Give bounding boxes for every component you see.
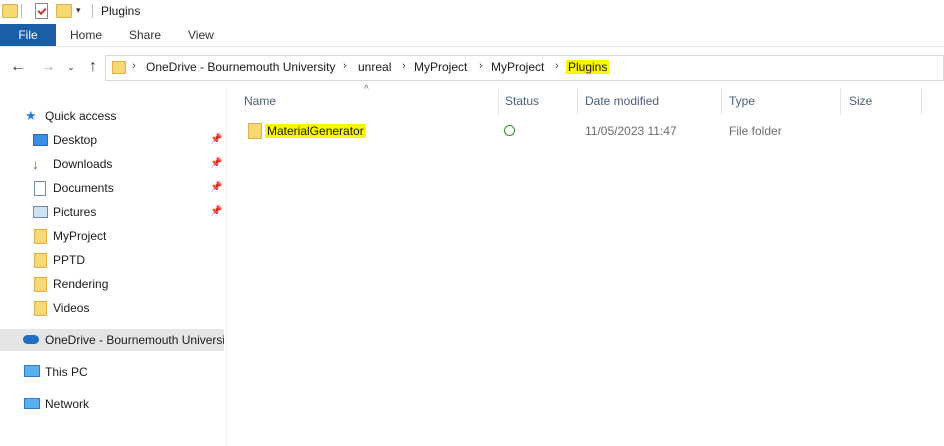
sidebar-item-rendering[interactable]: Rendering [0, 273, 224, 295]
sidebar-item-label: Network [45, 397, 90, 411]
folder-icon [34, 253, 47, 268]
sidebar-item-network[interactable]: Network [0, 393, 224, 415]
breadcrumb-onedrive[interactable]: OneDrive - Bournemouth University [146, 60, 335, 74]
sidebar-item-label: Videos [53, 301, 90, 315]
navigation-pane: ★ Quick access Desktop 📌 ↓ Downloads 📌 D… [0, 87, 227, 446]
back-arrow-icon[interactable]: ← [9, 57, 27, 77]
properties-icon[interactable] [35, 3, 48, 19]
tab-share[interactable]: Share [129, 24, 161, 46]
new-folder-icon[interactable] [56, 4, 72, 18]
tab-home[interactable]: Home [70, 24, 102, 46]
sidebar-item-label: This PC [45, 365, 88, 379]
address-bar[interactable]: › OneDrive - Bournemouth University › un… [105, 55, 944, 81]
sidebar-item-myproject[interactable]: MyProject [0, 225, 224, 247]
tab-view[interactable]: View [188, 24, 214, 46]
folder-icon [34, 277, 47, 292]
sidebar-item-label: Pictures [53, 205, 97, 219]
chevron-right-icon[interactable]: › [555, 60, 559, 72]
folder-icon [248, 123, 262, 139]
downloads-icon: ↓ [32, 156, 39, 172]
documents-icon [34, 181, 46, 196]
folder-icon [2, 4, 18, 18]
sidebar-item-desktop[interactable]: Desktop 📌 [0, 129, 224, 151]
folder-icon [34, 229, 47, 244]
pictures-icon [33, 206, 48, 218]
pin-icon: 📌 [210, 158, 223, 169]
file-date-modified: 11/05/2023 11:47 [585, 124, 677, 138]
sidebar-item-pptd[interactable]: PPTD [0, 249, 224, 271]
sidebar-item-this-pc[interactable]: This PC [0, 361, 224, 383]
desktop-icon [33, 134, 48, 146]
window-title: Plugins [101, 4, 141, 18]
cloud-icon [23, 335, 39, 344]
sidebar-item-label: PPTD [53, 253, 86, 267]
table-row[interactable]: MaterialGenerator 11/05/2023 11:47 File … [240, 119, 940, 143]
sidebar-item-onedrive[interactable]: OneDrive - Bournemouth University [0, 329, 224, 351]
breadcrumb-myproject[interactable]: MyProject [414, 60, 467, 74]
column-divider[interactable] [840, 89, 841, 115]
ribbon-tabs: File Home Share View [0, 24, 944, 46]
divider [92, 4, 93, 18]
divider [21, 4, 22, 18]
column-headers: ^ Name Status Date modified Type Size [227, 84, 944, 115]
quick-access[interactable]: ★ Quick access [0, 105, 224, 127]
pin-icon: 📌 [210, 182, 223, 193]
pin-icon: 📌 [210, 206, 223, 217]
sidebar-item-videos[interactable]: Videos [0, 297, 224, 319]
column-divider[interactable] [921, 89, 922, 115]
column-header-type[interactable]: Type [729, 94, 755, 108]
column-header-date-modified[interactable]: Date modified [585, 94, 659, 108]
column-header-size[interactable]: Size [849, 94, 872, 108]
column-divider[interactable] [577, 89, 578, 115]
chevron-right-icon[interactable]: › [479, 60, 483, 72]
sidebar-item-label: Downloads [53, 157, 113, 171]
file-name[interactable]: MaterialGenerator [265, 124, 366, 138]
star-icon: ★ [25, 108, 37, 123]
column-divider[interactable] [721, 89, 722, 115]
sidebar-item-label: MyProject [53, 229, 107, 243]
tab-file[interactable]: File [0, 24, 56, 46]
column-divider[interactable] [498, 89, 499, 115]
quick-access-toolbar-dropdown-icon[interactable]: ▾ [76, 5, 81, 16]
recent-locations-chevron-icon[interactable]: ⌄ [65, 57, 77, 77]
navigation-bar: ← → ⌄ ↑ › OneDrive - Bournemouth Univers… [0, 47, 944, 87]
column-header-name[interactable]: Name [244, 94, 276, 108]
file-type: File folder [729, 124, 782, 138]
chevron-right-icon[interactable]: › [132, 60, 136, 72]
pin-icon: 📌 [210, 134, 223, 145]
quick-access-label: Quick access [45, 109, 117, 123]
sidebar-item-label: OneDrive - Bournemouth University [45, 333, 224, 347]
folder-icon [112, 61, 126, 74]
sidebar-item-pictures[interactable]: Pictures 📌 [0, 201, 224, 223]
breadcrumb-myproject-2[interactable]: MyProject [491, 60, 544, 74]
title-bar: ▾ Plugins [0, 0, 944, 24]
breadcrumb-unreal[interactable]: unreal [358, 60, 391, 74]
sort-ascending-icon: ^ [364, 84, 369, 95]
sidebar-item-documents[interactable]: Documents 📌 [0, 177, 224, 199]
forward-arrow-icon[interactable]: → [39, 57, 57, 77]
sidebar-item-label: Rendering [53, 277, 109, 291]
column-header-status[interactable]: Status [505, 94, 539, 108]
chevron-right-icon[interactable]: › [343, 60, 347, 72]
sidebar-item-label: Documents [53, 181, 114, 195]
sync-ok-icon [504, 125, 515, 136]
breadcrumb-plugins[interactable]: Plugins [566, 60, 610, 74]
computer-icon [24, 365, 40, 377]
network-icon [24, 398, 40, 409]
folder-icon [34, 301, 47, 316]
sidebar-item-downloads[interactable]: ↓ Downloads 📌 [0, 153, 224, 175]
sidebar-item-label: Desktop [53, 133, 98, 147]
chevron-right-icon[interactable]: › [402, 60, 406, 72]
up-arrow-icon[interactable]: ↑ [84, 57, 102, 77]
